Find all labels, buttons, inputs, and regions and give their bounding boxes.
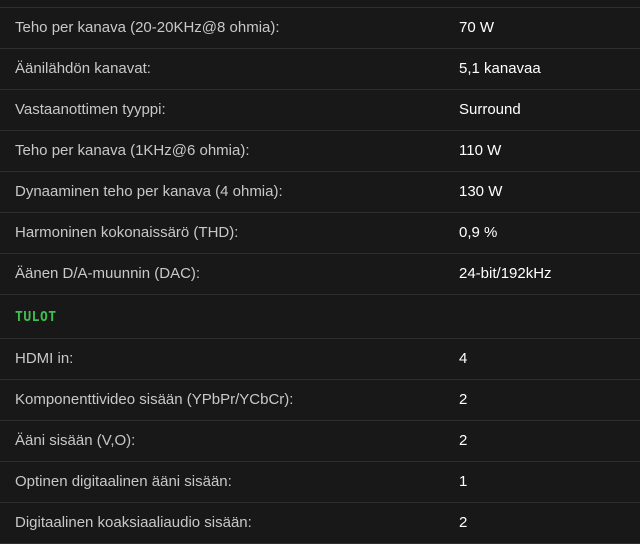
spec-value: 2 — [459, 432, 468, 449]
spec-label: Digitaalinen koaksiaaliaudio sisään: — [15, 514, 252, 531]
spec-row-power-20-20khz: Teho per kanava (20-20KHz@8 ohmia): 70 W — [0, 8, 640, 49]
section-heading-text: TULOT — [15, 310, 57, 325]
spec-label: Harmoninen kokonaissärö (THD): — [15, 224, 239, 241]
spec-value: 2 — [459, 391, 468, 408]
spec-label: Ääni sisään (V,O): — [15, 432, 136, 449]
spec-row-dynamic-power: Dynaaminen teho per kanava (4 ohmia): 13… — [0, 172, 640, 213]
spec-label: Teho per kanava (1KHz@6 ohmia): — [15, 142, 250, 159]
spec-row-optical-in: Optinen digitaalinen ääni sisään: 1 — [0, 462, 640, 503]
spec-row-coaxial-in: Digitaalinen koaksiaaliaudio sisään: 2 — [0, 503, 640, 544]
spec-value: 1 — [459, 473, 468, 490]
spec-label: Dynaaminen teho per kanava (4 ohmia): — [15, 183, 283, 200]
spec-row-dac: Äänen D/A-muunnin (DAC): 24-bit/192kHz — [0, 254, 640, 295]
spec-row-thd: Harmoninen kokonaissärö (THD): 0,9 % — [0, 213, 640, 254]
spec-row-receiver-type: Vastaanottimen tyyppi: Surround — [0, 90, 640, 131]
spec-value: 130 W — [459, 183, 503, 200]
spec-value: 2 — [459, 514, 468, 531]
spec-label: Optinen digitaalinen ääni sisään: — [15, 473, 232, 490]
spec-table: Teho per kanava (20-20KHz@8 ohmia): 70 W… — [0, 0, 640, 544]
spec-row-output-channels: Äänilähdön kanavat: 5,1 kanavaa — [0, 49, 640, 90]
spec-value: 110 W — [459, 142, 502, 159]
spec-label: Teho per kanava (20-20KHz@8 ohmia): — [15, 19, 280, 36]
spec-value: 5,1 kanavaa — [459, 60, 541, 77]
spec-row-power-1khz: Teho per kanava (1KHz@6 ohmia): 110 W — [0, 131, 640, 172]
spec-label: Komponenttivideo sisään (YPbPr/YCbCr): — [15, 391, 294, 408]
spec-label: Äänen D/A-muunnin (DAC): — [15, 265, 201, 282]
spec-value: Surround — [459, 101, 521, 118]
spec-value: 70 W — [459, 19, 495, 36]
spec-row-audio-in: Ääni sisään (V,O): 2 — [0, 421, 640, 462]
spec-row-hdmi-in: HDMI in: 4 — [0, 339, 640, 380]
spec-row-component-video-in: Komponenttivideo sisään (YPbPr/YCbCr): 2 — [0, 380, 640, 421]
section-heading-inputs: TULOT — [0, 295, 640, 339]
spec-value: 24-bit/192kHz — [459, 265, 552, 282]
spec-value: 4 — [459, 350, 468, 367]
spec-label: Äänilähdön kanavat: — [15, 60, 151, 77]
spec-label: Vastaanottimen tyyppi: — [15, 101, 166, 118]
spec-value: 0,9 % — [459, 224, 498, 241]
spec-label: HDMI in: — [15, 350, 74, 367]
